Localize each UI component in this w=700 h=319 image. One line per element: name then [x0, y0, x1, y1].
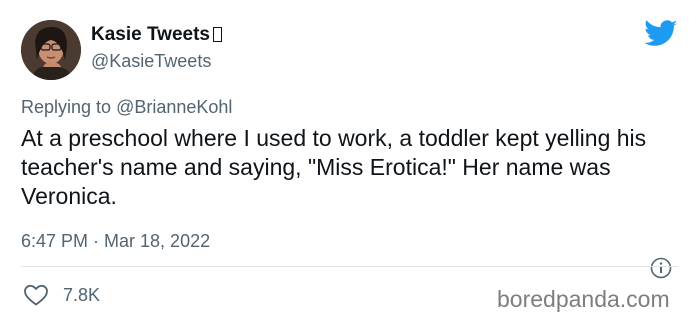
avatar[interactable] — [21, 20, 81, 80]
like-button[interactable]: 7.8K — [23, 283, 100, 307]
watermark-text: boredpanda.com — [497, 286, 670, 312]
tweet-text: At a preschool where I used to work, a t… — [21, 125, 647, 209]
display-name-text[interactable]: Kasie Tweets — [91, 24, 210, 45]
info-icon[interactable] — [650, 257, 672, 279]
divider — [21, 266, 678, 267]
tweet-timestamp[interactable]: 6:47 PM · Mar 18, 2022 — [21, 231, 210, 252]
like-count: 7.8K — [63, 284, 101, 305]
reply-context: Replying to @BrianneKohl — [21, 97, 232, 118]
emoji-placeholder-icon — [212, 27, 222, 42]
reply-prefix: Replying to — [21, 97, 117, 117]
twitter-bird-icon[interactable] — [644, 20, 678, 48]
display-name[interactable]: Kasie Tweets — [91, 24, 222, 46]
heart-icon — [24, 284, 48, 306]
reply-mention-link[interactable]: @BrianneKohl — [116, 97, 232, 117]
user-handle[interactable]: @KasieTweets — [91, 51, 211, 72]
